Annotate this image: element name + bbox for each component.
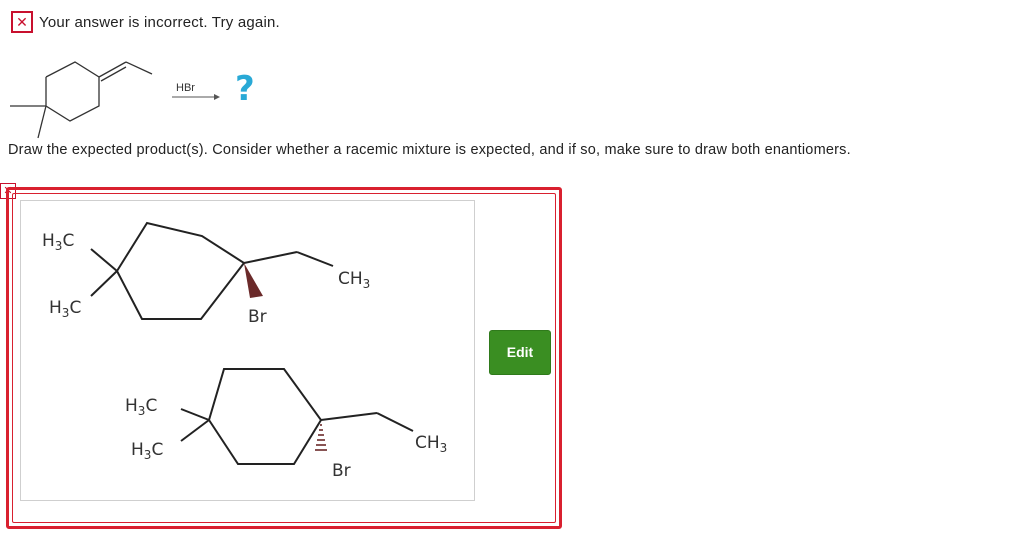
product-structure-2: H3C H3C CH3 Br bbox=[125, 368, 447, 481]
question-prompt: Draw the expected product(s). Consider w… bbox=[8, 142, 851, 158]
bromine-label: Br bbox=[248, 307, 267, 327]
drawing-canvas[interactable]: H3C H3C CH3 Br H3C H3C CH3 Br bbox=[20, 200, 475, 501]
product-structure-1: H3C H3C CH3 Br bbox=[42, 221, 370, 327]
reaction-scheme: HBr ? bbox=[0, 50, 300, 145]
unknown-product-icon: ? bbox=[235, 69, 255, 109]
product-structures: H3C H3C CH3 Br H3C H3C CH3 Br bbox=[42, 221, 447, 481]
feedback-message: Your answer is incorrect. Try again. bbox=[39, 13, 280, 31]
edit-button[interactable]: Edit bbox=[489, 330, 551, 375]
methyl-label: H3C bbox=[131, 440, 163, 462]
methyl-label: H3C bbox=[49, 298, 81, 320]
reagent-label: HBr bbox=[176, 82, 195, 94]
methyl-label: H3C bbox=[42, 231, 74, 253]
starting-material-structure: HBr ? bbox=[10, 61, 255, 139]
feedback-banner: ✕ Your answer is incorrect. Try again. bbox=[11, 11, 280, 33]
ethyl-methyl-label: CH3 bbox=[338, 269, 370, 291]
x-mark-icon: ✕ bbox=[11, 11, 33, 33]
methyl-label: H3C bbox=[125, 396, 157, 418]
answer-box: H3C H3C CH3 Br H3C H3C CH3 Br Edit bbox=[6, 187, 562, 529]
bromine-label: Br bbox=[332, 461, 351, 481]
ethyl-methyl-label: CH3 bbox=[415, 433, 447, 455]
